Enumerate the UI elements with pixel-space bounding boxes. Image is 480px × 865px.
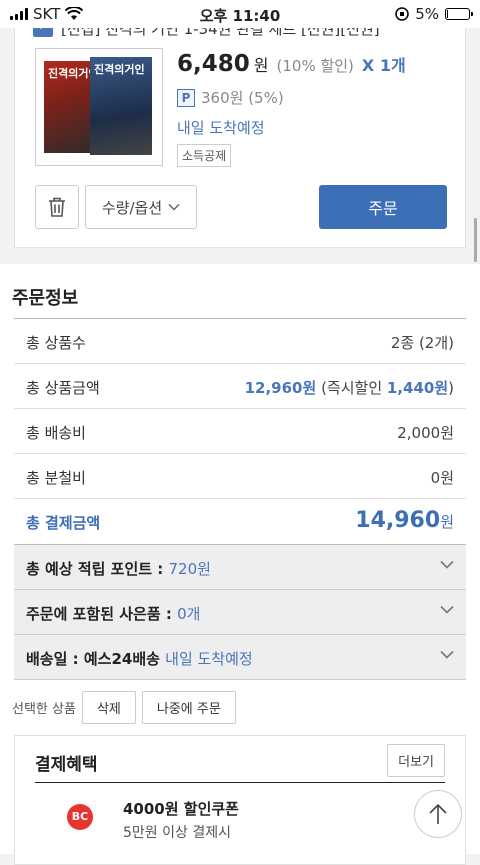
orientation-lock-icon (395, 7, 409, 21)
product-price: 6,480 (177, 51, 250, 77)
summary-row-amount: 총 상품금액 12,960원 (즉시할인 1,440원) (14, 364, 466, 409)
accordion-accent: 720원 (168, 560, 211, 578)
chevron-down-icon (440, 650, 454, 659)
accordion-accent: 내일 도착예정 (165, 650, 253, 668)
battery-icon (445, 8, 473, 20)
row-label: 총 상품금액 (26, 379, 100, 397)
bc-card-logo: BC (67, 804, 93, 830)
cart-product-card: ✓ [전집] 진격의 거인 1-34권 완결 세트 [전권][전권] 진격의거인… (14, 0, 466, 248)
accordion-label: 주문에 포함된 사은품 : 0개 (26, 605, 201, 623)
chevron-down-icon (168, 203, 180, 211)
summary-row-total: 총 결제금액 14,960원 (14, 499, 466, 545)
price-unit: 원 (253, 56, 269, 75)
summary-row-binding: 총 분철비 0원 (14, 454, 466, 499)
book-cover-title-2: 진격의거인 (94, 63, 145, 76)
accordion-gifts[interactable]: 주문에 포함된 사은품 : 0개 (14, 590, 466, 635)
total-label: 총 결제금액 (26, 514, 101, 532)
summary-row-count: 총 상품수 2종 (2개) (14, 319, 466, 364)
payment-benefit-box: 결제혜택 더보기 BC 4000원 할인쿠폰 5만원 이상 결제시 (14, 735, 466, 865)
amount-main: 12,960원 (244, 379, 317, 397)
scrollbar[interactable] (474, 218, 477, 262)
point-line: P 360원 (5%) (177, 87, 284, 108)
quantity-option-label: 수량/옵션 (101, 198, 163, 217)
row-value: 12,960원 (즉시할인 1,440원) (245, 377, 454, 398)
amount-discount: 1,440원 (386, 379, 449, 397)
total-value: 14,960원 (355, 508, 454, 533)
row-value: 2,000원 (397, 424, 454, 442)
selected-items-bar: 선택한 상품 삭제 나중에 주문 (12, 691, 236, 724)
chevron-down-icon (440, 560, 454, 569)
status-bar: SKT 오후 11:40 5% (0, 0, 480, 28)
total-unit: 원 (440, 513, 454, 531)
benefit-title: 결제혜택 (35, 755, 98, 775)
delete-selected-button[interactable]: 삭제 (81, 691, 136, 724)
product-quantity: X 1개 (361, 56, 406, 75)
coupon-description: 5만원 이상 결제시 (123, 825, 231, 841)
accordion-label: 총 예상 적립 포인트 : 720원 (26, 560, 211, 578)
book-cover-2: 진격의거인 (90, 57, 152, 155)
row-value: 2종 (2개) (390, 334, 454, 352)
chevron-down-icon (440, 605, 454, 614)
order-info-title: 주문정보 (12, 288, 79, 309)
tax-deduction-badge: 소득공제 (177, 144, 232, 167)
divider (35, 782, 445, 783)
point-icon: P (177, 88, 195, 107)
selected-items-label: 선택한 상품 (12, 702, 76, 717)
amount-end: ) (448, 379, 454, 397)
row-label: 총 상품수 (26, 334, 86, 352)
order-info-section: 주문정보 총 상품수 2종 (2개) 총 상품금액 12,960원 (즉시할인 … (0, 264, 480, 865)
row-label: 총 배송비 (26, 424, 86, 442)
row-label: 총 분철비 (26, 469, 86, 487)
quantity-option-button[interactable]: 수량/옵션 (85, 185, 197, 229)
row-value: 0원 (430, 469, 454, 487)
order-summary-table: 총 상품수 2종 (2개) 총 상품금액 12,960원 (즉시할인 1,440… (14, 318, 466, 680)
order-later-button[interactable]: 나중에 주문 (141, 691, 236, 724)
arrow-up-icon (429, 803, 447, 824)
amount-mid: (즉시할인 (316, 379, 387, 397)
trash-icon (49, 197, 65, 217)
battery-percent: 5% (415, 5, 439, 23)
accordion-points[interactable]: 총 예상 적립 포인트 : 720원 (14, 545, 466, 590)
delete-item-button[interactable] (35, 185, 79, 229)
product-cover-image[interactable]: 진격의거인 진격의거인 (35, 48, 163, 166)
arrival-estimate: 내일 도착예정 (177, 119, 265, 137)
scroll-top-button[interactable] (414, 790, 462, 838)
coupon-name: 4000원 할인쿠폰 (123, 800, 239, 818)
summary-row-shipping: 총 배송비 2,000원 (14, 409, 466, 454)
order-button[interactable]: 주문 (319, 185, 447, 229)
accordion-delivery[interactable]: 배송일 : 예스24배송 내일 도착예정 (14, 635, 466, 680)
accordion-label: 배송일 : 예스24배송 내일 도착예정 (26, 650, 253, 668)
point-value: 360원 (5%) (201, 89, 284, 107)
price-line: 6,480 원 (10% 할인) X 1개 (177, 51, 406, 77)
more-button[interactable]: 더보기 (387, 744, 445, 777)
total-amount: 14,960 (355, 508, 441, 533)
accordion-accent: 0개 (177, 605, 201, 623)
discount-rate: (10% 할인) (276, 57, 354, 75)
battery-group: 5% (395, 5, 473, 23)
